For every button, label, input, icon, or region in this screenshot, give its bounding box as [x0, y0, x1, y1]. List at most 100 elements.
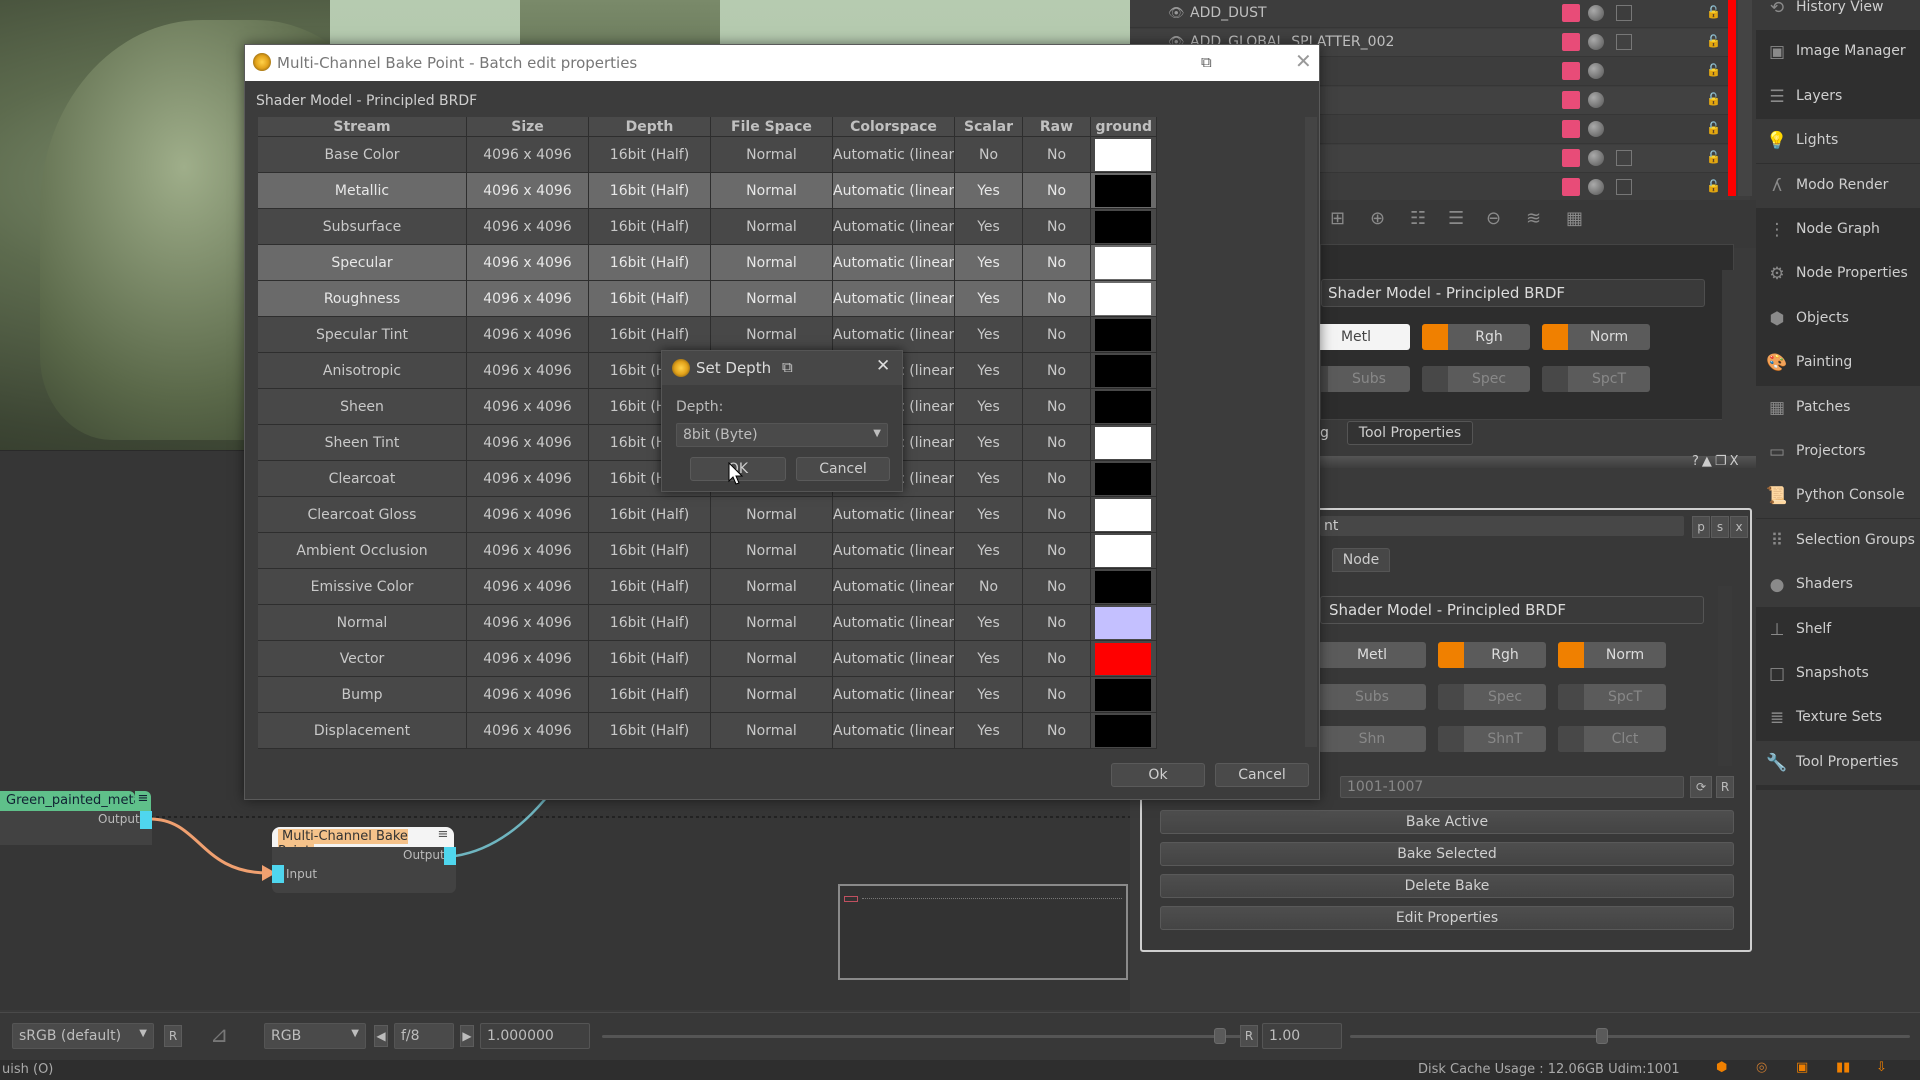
background-color-swatch[interactable]	[1095, 283, 1151, 315]
cell-background[interactable]	[1091, 173, 1157, 209]
background-color-swatch[interactable]	[1095, 139, 1151, 171]
bake-active-button[interactable]: Bake Active	[1160, 810, 1734, 834]
panel-pin-button[interactable]: p	[1692, 516, 1710, 538]
cancel-button[interactable]: Cancel	[1215, 763, 1309, 787]
background-color-swatch[interactable]	[1095, 643, 1151, 675]
dock-icon[interactable]: ⧉	[1201, 53, 1212, 71]
column-header[interactable]: ground	[1091, 117, 1157, 137]
tool-objects[interactable]: ⬢ Objects	[1756, 297, 1920, 341]
table-row[interactable]: Roughness 4096 x 4096 16bit (Half) Normal Au…	[258, 281, 1302, 317]
gamma-curve-icon[interactable]: ⊿	[210, 1023, 228, 1048]
background-color-swatch[interactable]	[1095, 391, 1151, 423]
column-header[interactable]: Colorspace	[833, 117, 955, 137]
edit-properties-button[interactable]: Edit Properties	[1160, 906, 1734, 930]
fstop-field[interactable]: f/8	[394, 1023, 454, 1049]
layer-color-swatch[interactable]	[1562, 4, 1580, 22]
table-row[interactable]: Bump 4096 x 4096 16bit (Half) Normal Automat…	[258, 677, 1302, 713]
cell-background[interactable]	[1091, 245, 1157, 281]
channel-chip-clct[interactable]: Clct	[1558, 726, 1666, 752]
tool-texture-sets[interactable]: ≣ Texture Sets	[1756, 696, 1920, 740]
udim-range-field[interactable]: 1001-1007	[1340, 776, 1684, 798]
cell-background[interactable]	[1091, 137, 1157, 173]
table-row[interactable]: Metallic 4096 x 4096 16bit (Half) Normal Aut…	[258, 173, 1302, 209]
cell-background[interactable]	[1091, 353, 1157, 389]
channel-chip-rgh[interactable]: Rgh	[1422, 324, 1530, 350]
close-icon[interactable]: X	[1730, 454, 1742, 469]
cell-background[interactable]	[1091, 281, 1157, 317]
panel-header-icons[interactable]: ?▲❐X	[1692, 454, 1756, 470]
node-menu-icon[interactable]: ≡	[135, 791, 151, 811]
layer-color-swatch[interactable]	[1562, 149, 1580, 167]
lock-icon[interactable]: 🔓	[1706, 121, 1721, 135]
tool-python-console[interactable]: 📜 Python Console	[1756, 474, 1920, 519]
gamma-slider[interactable]	[1350, 1035, 1910, 1038]
cell-background[interactable]	[1091, 569, 1157, 605]
channel-chip-norm[interactable]: Norm	[1558, 642, 1666, 668]
channel-dropdown[interactable]: RGB ▼	[264, 1023, 366, 1049]
node-multi-channel-bake-point[interactable]: Multi-Channel Bake Point	[272, 827, 432, 859]
lock-icon[interactable]: 🔓	[1706, 5, 1721, 19]
refresh-icon[interactable]: ⟳	[1690, 776, 1712, 798]
cell-background[interactable]	[1091, 713, 1157, 749]
panel-settings-button[interactable]: s	[1711, 516, 1729, 538]
shader-panel-scrollbar[interactable]	[1722, 270, 1736, 420]
table-row[interactable]: Vector 4096 x 4096 16bit (Half) Normal Autom…	[258, 641, 1302, 677]
eye-icon[interactable]: 👁	[1168, 6, 1185, 21]
tool-painting[interactable]: 🎨 Painting	[1756, 341, 1920, 385]
background-color-swatch[interactable]	[1095, 355, 1151, 387]
table-row[interactable]: Displacement 4096 x 4096 16bit (Half) Norma…	[258, 713, 1302, 749]
tab-partial[interactable]: g	[1320, 420, 1340, 446]
column-header[interactable]: Scalar	[955, 117, 1023, 137]
background-color-swatch[interactable]	[1095, 463, 1151, 495]
cell-background[interactable]	[1091, 605, 1157, 641]
collapse-icon[interactable]: ▲	[1702, 454, 1715, 469]
column-header[interactable]: Stream	[258, 117, 467, 137]
reset-button[interactable]: R	[1716, 776, 1734, 798]
lock-icon[interactable]: 🔓	[1706, 63, 1721, 77]
table-row[interactable]: Specular Tint 4096 x 4096 16bit (Half) Norm…	[258, 317, 1302, 353]
colorspace-dropdown[interactable]: sRGB (default) ▼	[12, 1023, 154, 1049]
layer-color-swatch[interactable]	[1562, 91, 1580, 109]
bake-panel-scrollbar[interactable]	[1718, 586, 1732, 766]
channel-chip-subs[interactable]: Subs	[1318, 684, 1426, 710]
background-color-swatch[interactable]	[1095, 499, 1151, 531]
stats-icon[interactable]: ▮▮	[1836, 1060, 1850, 1075]
channel-chip-rgh[interactable]: Rgh	[1438, 642, 1546, 668]
table-row[interactable]: Subsurface 4096 x 4096 16bit (Half) Normal A…	[258, 209, 1302, 245]
background-color-swatch[interactable]	[1095, 535, 1151, 567]
exposure-slider[interactable]	[602, 1035, 1252, 1038]
table-row[interactable]: Base Color 4096 x 4096 16bit (Half) Normal A…	[258, 137, 1302, 173]
tool-node-graph[interactable]: ⋮ Node Graph	[1756, 208, 1920, 252]
tool-projectors[interactable]: ▭ Projectors	[1756, 430, 1920, 474]
background-color-swatch[interactable]	[1095, 247, 1151, 279]
node-menu-icon[interactable]: ≡	[432, 827, 454, 847]
table-row[interactable]: Specular 4096 x 4096 16bit (Half) Normal Aut…	[258, 245, 1302, 281]
table-row[interactable]: Ambient Occlusion 4096 x 4096 16bit (Half)…	[258, 533, 1302, 569]
tool-shaders[interactable]: ● Shaders	[1756, 563, 1920, 608]
delete-bake-button[interactable]: Delete Bake	[1160, 874, 1734, 898]
add-group-icon[interactable]: ⊕	[1370, 208, 1385, 229]
fstop-increase-button[interactable]: ▶	[460, 1025, 474, 1047]
background-color-swatch[interactable]	[1095, 607, 1151, 639]
output-port[interactable]	[444, 847, 456, 865]
column-header[interactable]: File Space	[711, 117, 833, 137]
tool-modo-render[interactable]: ʎ Modo Render	[1756, 163, 1920, 208]
cell-background[interactable]	[1091, 317, 1157, 353]
cell-background[interactable]	[1091, 533, 1157, 569]
tool-patches[interactable]: ▦ Patches	[1756, 385, 1920, 430]
layer-color-swatch[interactable]	[1562, 178, 1580, 196]
column-header[interactable]: Size	[467, 117, 589, 137]
lock-icon[interactable]: 🔓	[1706, 179, 1721, 193]
close-icon[interactable]: ✕	[1295, 49, 1312, 73]
channel-chip-spec[interactable]: Spec	[1422, 366, 1530, 392]
depth-dropdown[interactable]: 8bit (Byte) ▼	[676, 423, 888, 447]
tab-tool-properties[interactable]: Tool Properties	[1347, 421, 1473, 445]
add-paint-layer-icon[interactable]: ⊞	[1330, 208, 1345, 229]
table-scrollbar[interactable]	[1305, 117, 1317, 747]
cell-background[interactable]	[1091, 425, 1157, 461]
background-color-swatch[interactable]	[1095, 175, 1151, 207]
dialog-titlebar[interactable]: Multi-Channel Bake Point - Batch edit pr…	[245, 45, 1319, 81]
adjustment-icon[interactable]: ☷	[1410, 208, 1426, 229]
background-color-swatch[interactable]	[1095, 319, 1151, 351]
column-header[interactable]: Raw	[1023, 117, 1091, 137]
